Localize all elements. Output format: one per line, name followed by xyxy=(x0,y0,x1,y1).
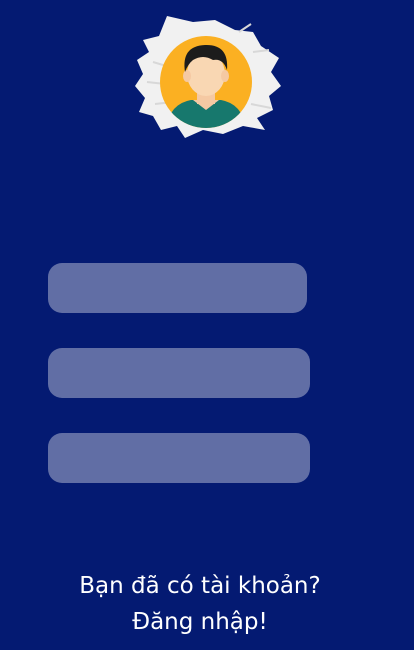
login-link[interactable]: Đăng nhập! xyxy=(0,604,400,640)
form-field-3[interactable] xyxy=(48,433,310,483)
form-field-1[interactable] xyxy=(48,263,307,313)
login-prompt: Bạn đã có tài khoản? Đăng nhập! xyxy=(0,568,400,640)
login-question: Bạn đã có tài khoản? xyxy=(79,573,321,599)
avatar xyxy=(133,12,281,140)
user-avatar-icon xyxy=(135,16,281,138)
form-field-2[interactable] xyxy=(48,348,310,398)
